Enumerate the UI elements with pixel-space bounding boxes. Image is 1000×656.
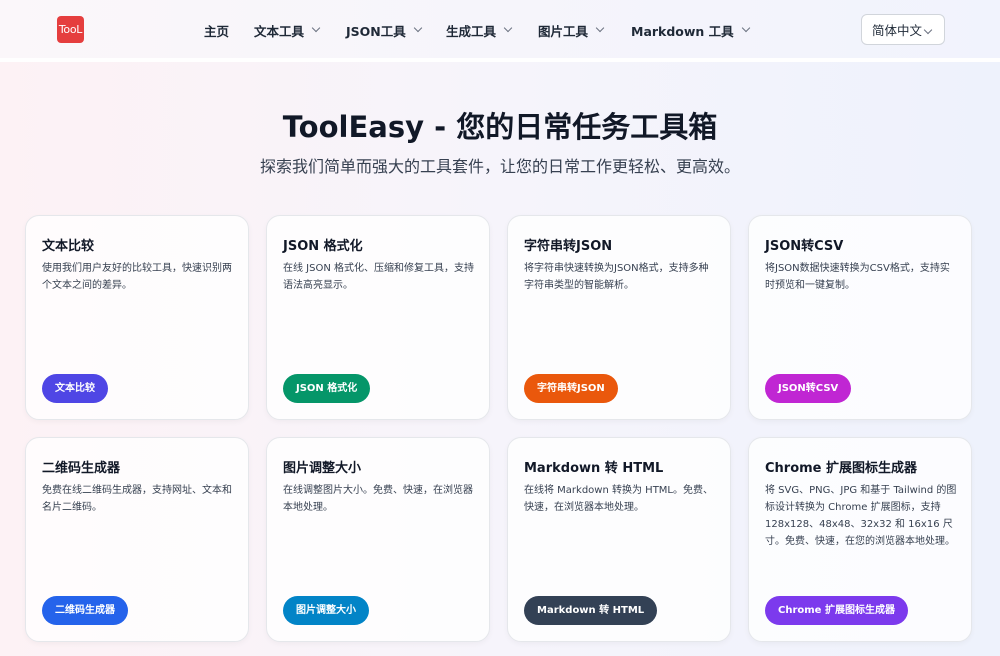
nav-text-tools[interactable]: 文本工具 (254, 21, 321, 39)
nav-markdown-tools[interactable]: Markdown 工具 (631, 21, 750, 39)
chevron-down-icon (923, 25, 933, 35)
language-select[interactable]: 简体中文 (861, 14, 945, 45)
image-resize-button[interactable]: 图片调整大小 (283, 596, 369, 625)
chevron-down-icon (311, 23, 321, 33)
page-subtitle: 探索我们简单而强大的工具套件，让您的日常工作更轻松、更高效。 (259, 157, 740, 176)
card-description: 在线将 Markdown 转换为 HTML。免费、快速，在浏览器本地处理。 (524, 485, 714, 513)
logo[interactable]: TooL (57, 16, 84, 43)
card-title: 字符串转JSON (524, 239, 613, 254)
card-description: 将JSON数据快速转换为CSV格式，支持实时预览和一键复制。 (765, 263, 950, 291)
nav-generator-tools-label: 生成工具 (446, 23, 497, 39)
markdown-to-html-button[interactable]: Markdown 转 HTML (524, 596, 658, 625)
chevron-down-icon (595, 23, 605, 33)
nav-text-tools-label: 文本工具 (254, 23, 305, 39)
qr-generator-button[interactable]: 二维码生成器 (42, 596, 128, 625)
nav-home-label: 主页 (204, 23, 230, 39)
chevron-down-icon (503, 23, 513, 33)
string-to-json-button[interactable]: 字符串转JSON (524, 374, 618, 403)
nav-json-tools-label: JSON工具 (346, 23, 406, 39)
card-title: 二维码生成器 (42, 461, 121, 476)
nav-markdown-tools-label: Markdown 工具 (631, 23, 734, 39)
card-title: JSON转CSV (765, 239, 844, 254)
text-compare-button[interactable]: 文本比较 (42, 374, 108, 403)
card-description: 免费在线二维码生成器，支持网址、文本和名片二维码。 (42, 485, 232, 513)
card-title: 文本比较 (42, 239, 95, 254)
tool-card-markdown-to-html: Markdown 转 HTML 在线将 Markdown 转换为 HTML。免费… (507, 437, 731, 642)
card-title: Chrome 扩展图标生成器 (765, 461, 918, 476)
tool-card-json-to-csv: JSON转CSV 将JSON数据快速转换为CSV格式，支持实时预览和一键复制。 … (748, 215, 972, 420)
nav-home[interactable]: 主页 (204, 21, 229, 39)
language-select-value: 简体中文 (872, 23, 923, 38)
card-description: 将字符串快速转换为JSON格式，支持多种字符串类型的智能解析。 (524, 263, 709, 291)
nav-generator-tools[interactable]: 生成工具 (446, 21, 513, 39)
card-title: JSON 格式化 (283, 239, 363, 254)
page-title: ToolEasy - 您的日常任务工具箱 (282, 110, 718, 144)
card-title: Markdown 转 HTML (524, 461, 664, 476)
tool-card-text-compare: 文本比较 使用我们用户友好的比较工具，快速识别两个文本之间的差异。 文本比较 (25, 215, 249, 420)
chevron-down-icon (741, 23, 750, 33)
json-formatter-button[interactable]: JSON 格式化 (283, 374, 371, 403)
card-title: 图片调整大小 (283, 461, 362, 476)
chrome-icon-generator-button[interactable]: Chrome 扩展图标生成器 (765, 596, 908, 625)
nav-image-tools[interactable]: 图片工具 (538, 21, 605, 39)
tool-card-image-resize: 图片调整大小 在线调整图片大小。免费、快速，在浏览器本地处理。 图片调整大小 (266, 437, 490, 642)
tool-card-chrome-icon-generator: Chrome 扩展图标生成器 将 SVG、PNG、JPG 和基于 Tailwin… (748, 437, 972, 642)
json-to-csv-button[interactable]: JSON转CSV (765, 374, 852, 403)
nav-json-tools[interactable]: JSON工具 (346, 21, 422, 39)
card-description: 使用我们用户友好的比较工具，快速识别两个文本之间的差异。 (42, 263, 232, 291)
chevron-down-icon (413, 23, 422, 33)
card-description: 将 SVG、PNG、JPG 和基于 Tailwind 的图标设计转换为 Chro… (765, 485, 957, 547)
nav-image-tools-label: 图片工具 (538, 23, 589, 39)
tool-card-string-to-json: 字符串转JSON 将字符串快速转换为JSON格式，支持多种字符串类型的智能解析。… (507, 215, 731, 420)
card-description: 在线调整图片大小。免费、快速，在浏览器本地处理。 (283, 485, 473, 513)
card-description: 在线 JSON 格式化、压缩和修复工具，支持语法高亮显示。 (283, 263, 475, 291)
tool-card-qr-generator: 二维码生成器 免费在线二维码生成器，支持网址、文本和名片二维码。 二维码生成器 (25, 437, 249, 642)
top-navbar: TooL 主页 文本工具 JSON工具 生成工具 图片工具 Markdown 工… (0, 0, 1000, 62)
tool-card-json-formatter: JSON 格式化 在线 JSON 格式化、压缩和修复工具，支持语法高亮显示。 J… (266, 215, 490, 420)
